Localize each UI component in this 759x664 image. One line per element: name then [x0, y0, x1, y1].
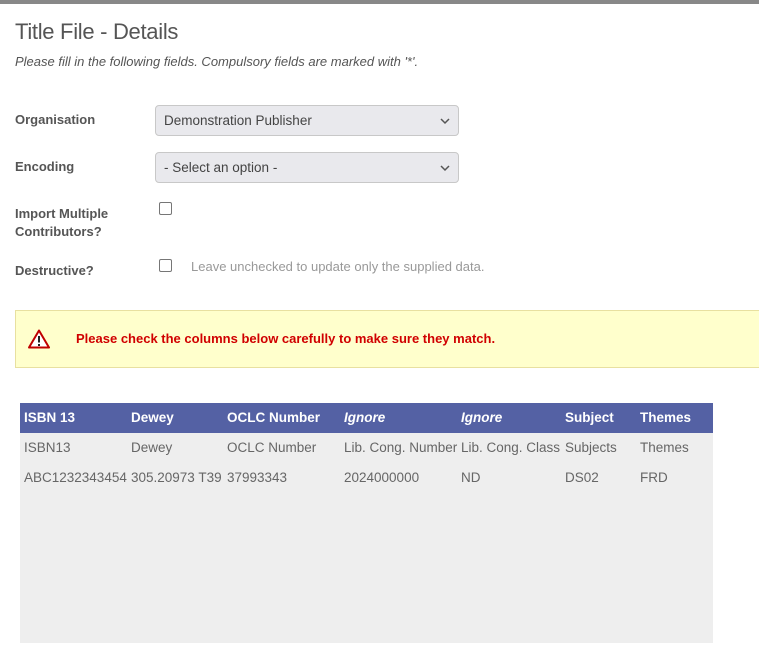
table-cell: ISBN13 [24, 440, 71, 455]
warning-triangle-icon [28, 329, 50, 349]
destructive-label: Destructive? [15, 263, 94, 278]
column-header: OCLC Number [227, 410, 321, 425]
chevron-down-icon [440, 118, 450, 125]
table-cell: OCLC Number [227, 440, 317, 455]
column-mapping-table: ISBN 13 Dewey OCLC Number Ignore Ignore … [20, 403, 713, 643]
table-cell: Themes [640, 440, 689, 455]
organisation-label: Organisation [15, 112, 96, 127]
column-header-ignore: Ignore [461, 410, 503, 425]
table-cell: ABC1232343454 [24, 470, 127, 485]
column-header: Themes [640, 410, 692, 425]
encoding-select-value: - Select an option - [164, 160, 278, 175]
table-cell: 2024000000 [344, 470, 420, 485]
column-header: Dewey [131, 410, 174, 425]
table-cell: Lib. Cong. Class [461, 440, 561, 455]
column-header: ISBN 13 [24, 410, 76, 425]
table-cell: Lib. Cong. Number [344, 440, 458, 455]
page-title: Title File - Details [15, 19, 179, 44]
top-border [0, 0, 759, 4]
import-multiple-label-line2: Contributors? [15, 224, 102, 239]
column-header: Subject [565, 410, 614, 425]
destructive-hint: Leave unchecked to update only the suppl… [191, 259, 485, 274]
table-cell: FRD [640, 470, 668, 485]
table-cell: 37993343 [227, 470, 288, 485]
warning-alert: Please check the columns below carefully… [15, 310, 759, 368]
table-cell: 305.20973 T39 [131, 470, 222, 485]
table-cell: DS02 [565, 470, 599, 485]
page-subtitle: Please fill in the following fields. Com… [15, 54, 419, 69]
column-header-ignore: Ignore [344, 410, 386, 425]
encoding-label: Encoding [15, 159, 75, 174]
destructive-checkbox[interactable] [159, 259, 172, 272]
organisation-select-value: Demonstration Publisher [164, 113, 312, 128]
organisation-select[interactable]: Demonstration Publisher [155, 105, 459, 136]
import-multiple-label: Import Multiple Contributors? [15, 205, 108, 241]
table-header-row: ISBN 13 Dewey OCLC Number Ignore Ignore … [20, 403, 713, 433]
table-cell: Dewey [131, 440, 173, 455]
chevron-down-icon [440, 165, 450, 172]
table-cell: ND [461, 470, 481, 485]
import-multiple-label-line1: Import Multiple [15, 206, 109, 221]
table-cell: Subjects [565, 440, 617, 455]
encoding-select[interactable]: - Select an option - [155, 152, 459, 183]
warning-message: Please check the columns below carefully… [76, 331, 496, 346]
import-multiple-checkbox[interactable] [159, 202, 172, 215]
